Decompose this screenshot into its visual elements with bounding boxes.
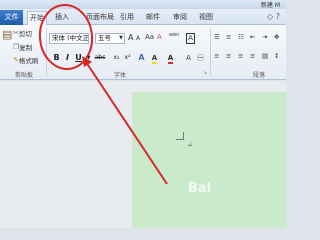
decrease-indent-icon[interactable]: ⇤ xyxy=(250,33,255,41)
shrink-font-button[interactable]: A xyxy=(136,34,140,43)
change-case-button[interactable]: Aa xyxy=(145,33,154,42)
help-icon[interactable]: ◇ ? xyxy=(267,12,280,21)
grow-font-button[interactable]: A xyxy=(128,33,133,42)
paste-button[interactable]: ▤ xyxy=(2,28,13,41)
tab-page-layout[interactable]: 页面布局 xyxy=(85,11,115,25)
shrink-font-icon: A xyxy=(136,35,141,42)
tab-mailings[interactable]: 邮件 xyxy=(144,11,162,25)
chinese-layout-icon[interactable]: ✥ xyxy=(274,33,279,41)
subscript-icon[interactable]: x₂ xyxy=(112,53,121,63)
phonetic-guide-button[interactable]: wén xyxy=(169,31,179,40)
font-dialog-launcher-icon[interactable]: ↘ xyxy=(203,70,207,76)
copy-button[interactable]: ❐ 复制 xyxy=(13,42,33,53)
text-effect-icon[interactable]: A xyxy=(137,53,146,63)
align-center-icon[interactable]: ≡ xyxy=(226,52,231,60)
ribbon-home: ▤ ✂ 剪切 ❐ 复制 ✎ 格式刷 剪贴板 宋体 (中文正 五号 ▼ A A A… xyxy=(0,25,286,80)
increase-indent-icon[interactable]: ⇥ xyxy=(262,33,267,41)
phonetic-guide-icon: wén xyxy=(169,32,180,38)
font-color-button[interactable]: A xyxy=(166,53,175,64)
margin-corner-mark xyxy=(176,132,184,140)
line-spacing-icon[interactable]: ↕ xyxy=(274,52,279,60)
strikethrough-button[interactable]: abc xyxy=(93,53,107,63)
title-bar: 新建 M xyxy=(0,0,286,9)
tab-view[interactable]: 视图 xyxy=(197,11,215,25)
grow-font-icon: A xyxy=(128,33,134,42)
superscript-icon[interactable]: x² xyxy=(123,53,132,63)
font-size-value: 五号 xyxy=(98,34,111,42)
group-divider xyxy=(46,28,47,76)
highlight-icon: A xyxy=(151,54,158,64)
bold-button[interactable]: B xyxy=(52,53,61,63)
tab-review[interactable]: 审阅 xyxy=(171,11,189,25)
watermark: Bai xyxy=(188,181,212,196)
tab-insert[interactable]: 插入 xyxy=(52,11,72,25)
char-shading-icon[interactable]: A xyxy=(184,53,193,63)
underline-button[interactable]: U xyxy=(74,53,83,63)
enclosed-char-icon[interactable]: ㊀ xyxy=(196,53,205,63)
cut-button[interactable]: ✂ 剪切 xyxy=(13,28,32,39)
document-page[interactable]: ↵ xyxy=(132,92,286,228)
font-name-combo[interactable]: 宋体 (中文正 xyxy=(49,33,89,44)
paragraph-group-label: 段落 xyxy=(252,72,265,79)
change-case-icon: Aa xyxy=(145,33,155,41)
chevron-down-icon: ▼ xyxy=(119,35,123,41)
multilevel-list-icon[interactable]: ☷ xyxy=(238,33,244,41)
paste-icon: ▤ xyxy=(2,28,13,41)
justify-icon[interactable]: ≡ xyxy=(250,52,255,60)
font-color-icon: A xyxy=(167,54,174,64)
copy-label: 复制 xyxy=(19,44,33,52)
font-name-value: 宋体 (中文正 xyxy=(52,34,89,42)
tab-file[interactable]: 文件 xyxy=(0,10,23,25)
distribute-icon[interactable]: ▤ xyxy=(262,52,268,60)
bullets-icon[interactable]: ☰ xyxy=(214,33,220,41)
clipboard-group-label: 剪贴板 xyxy=(14,72,33,79)
italic-button[interactable]: I xyxy=(63,53,72,63)
char-border-button[interactable]: A xyxy=(186,33,195,44)
format-painter-label: 格式刷 xyxy=(18,57,39,65)
align-left-icon[interactable]: ≡ xyxy=(214,52,219,60)
window-title: 新建 M xyxy=(260,2,280,9)
tab-start[interactable]: 开始 xyxy=(27,11,47,25)
char-border-icon: A xyxy=(186,33,195,44)
underline-dropdown-icon[interactable]: ▼ xyxy=(84,53,93,63)
tab-references[interactable]: 引用 xyxy=(118,11,136,25)
cut-label: 剪切 xyxy=(18,30,32,38)
font-size-combo[interactable]: 五号 ▼ xyxy=(95,33,125,44)
format-painter-button[interactable]: ✎ 格式刷 xyxy=(13,55,39,66)
highlight-button[interactable]: A xyxy=(150,53,159,64)
group-divider xyxy=(210,28,211,76)
numbering-icon[interactable]: ≡ xyxy=(226,33,231,41)
align-right-icon[interactable]: ≡ xyxy=(238,52,243,60)
clear-format-icon: A xyxy=(157,33,162,41)
ribbon-tab-row: 文件 开始 插入 页面布局 引用 邮件 审阅 视图 ◇ ? xyxy=(0,9,286,25)
paragraph-mark: ↵ xyxy=(188,142,194,149)
font-group-label: 字体 xyxy=(113,72,126,79)
clear-format-button[interactable]: A xyxy=(157,33,162,42)
